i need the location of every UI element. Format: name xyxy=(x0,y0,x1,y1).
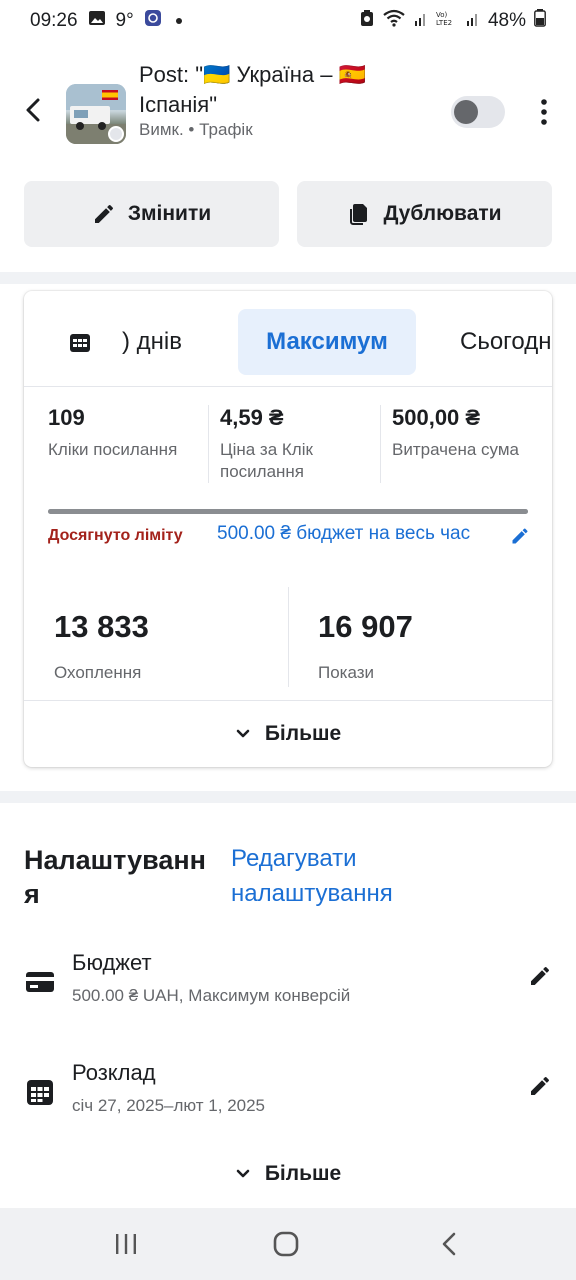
big-metric-value: 13 833 xyxy=(54,609,149,644)
section-divider xyxy=(0,791,576,803)
metric-amount-spent: 500,00 ₴ Витрачена сума xyxy=(392,405,552,461)
tab-days[interactable]: ) днів xyxy=(122,309,182,375)
pencil-icon[interactable] xyxy=(528,1074,552,1098)
gallery-icon xyxy=(88,9,106,33)
tab-maximum[interactable]: Максимум xyxy=(238,309,416,375)
pencil-icon[interactable] xyxy=(528,964,552,988)
chevron-down-icon xyxy=(236,1169,250,1178)
home-icon xyxy=(273,1231,299,1257)
big-metric-label: Покази xyxy=(318,663,375,682)
card-icon xyxy=(24,966,56,998)
date-range-tabs: ) днів Максимум Сьогодні xyxy=(24,291,552,387)
campaign-objective: Трафік xyxy=(199,120,253,139)
big-metric-label: Охоплення xyxy=(54,663,142,682)
back-button[interactable] xyxy=(20,96,48,124)
metric-divider xyxy=(380,405,381,483)
svg-text:Vo): Vo) xyxy=(436,11,448,19)
settings-more-button[interactable]: Більше xyxy=(0,1152,576,1196)
metric-label: Витрачена сума xyxy=(392,440,519,459)
recent-apps-button[interactable] xyxy=(112,1230,140,1258)
home-button[interactable] xyxy=(272,1230,300,1258)
back-chevron-icon xyxy=(442,1232,456,1256)
metric-value: 109 xyxy=(48,405,85,430)
back-arrow-icon xyxy=(26,98,40,122)
pencil-icon xyxy=(94,204,113,223)
volte-icon: Vo) LTE2 xyxy=(436,9,458,33)
budget-progress-fill xyxy=(48,509,528,514)
card-more-label: Більше xyxy=(264,722,342,745)
metric-link-clicks: 109 Кліки посилання xyxy=(48,405,218,461)
metric-divider xyxy=(208,405,209,483)
section-divider xyxy=(0,272,576,284)
campaign-thumbnail[interactable] xyxy=(66,84,126,144)
system-back-button[interactable] xyxy=(436,1230,464,1258)
row-description: 500.00 ₴ UAH, Максимум конверсій xyxy=(72,986,351,1005)
big-metric-divider xyxy=(288,587,289,687)
app-notification-icon xyxy=(144,9,162,33)
metric-reach: 13 833 Охоплення xyxy=(54,609,149,683)
status-temperature: 9° xyxy=(115,10,134,31)
edit-button-label: Змінити xyxy=(127,202,212,225)
copy-icon xyxy=(350,204,368,225)
calendar-icon xyxy=(24,1076,56,1108)
battery-icon xyxy=(534,9,546,33)
metric-cost-per-click: 4,59 ₴ Ціна за Клік посилання xyxy=(220,405,390,483)
duplicate-button[interactable]: Дублювати xyxy=(297,181,552,247)
status-time: 09:26 xyxy=(30,10,78,31)
status-bar: 09:26 9° Vo) LTE2 48% xyxy=(0,0,576,42)
big-metric-value: 16 907 xyxy=(318,609,413,644)
row-name: Розклад xyxy=(72,1060,156,1085)
calendar-icon[interactable] xyxy=(68,331,92,355)
chevron-down-icon xyxy=(236,729,250,738)
card-more-button[interactable]: Більше xyxy=(24,700,552,767)
metric-value: 500,00 ₴ xyxy=(392,405,481,430)
campaign-subtitle: Вимк. • Трафік xyxy=(139,120,253,140)
performance-card: ) днів Максимум Сьогодні 109 Кліки посил… xyxy=(24,291,552,767)
row-description: січ 27, 2025–лют 1, 2025 xyxy=(72,1096,266,1115)
more-options-button[interactable] xyxy=(532,96,556,128)
edit-settings-link[interactable]: Редагувати налаштування xyxy=(231,841,511,911)
toggle-knob xyxy=(454,100,478,124)
metric-value: 4,59 ₴ xyxy=(220,405,284,430)
more-notifications-icon xyxy=(175,18,182,24)
sync-icon xyxy=(360,9,374,33)
metric-impressions: 16 907 Покази xyxy=(318,609,413,683)
settings-row-budget[interactable]: Бюджет 500.00 ₴ UAH, Максимум конверсій xyxy=(0,950,576,1030)
recent-apps-icon xyxy=(116,1234,136,1254)
edit-budget-icon[interactable] xyxy=(510,526,530,546)
metric-label: Кліки посилання xyxy=(48,440,178,459)
svg-text:LTE2: LTE2 xyxy=(436,19,452,27)
lifetime-budget-link[interactable]: 500.00 ₴ бюджет на весь час xyxy=(217,523,470,545)
battery-percent: 48% xyxy=(487,10,526,31)
metrics-row: 109 Кліки посилання 4,59 ₴ Ціна за Клік … xyxy=(24,387,552,487)
wifi-icon xyxy=(382,9,406,33)
settings-title: Налаштування xyxy=(24,845,206,909)
row-name: Бюджет xyxy=(72,950,152,975)
budget-progress-bar xyxy=(48,509,528,514)
system-nav-bar xyxy=(0,1208,576,1280)
signal-icon xyxy=(414,9,428,33)
campaign-status: Вимк. xyxy=(139,120,184,139)
settings-row-schedule[interactable]: Розклад січ 27, 2025–лют 1, 2025 xyxy=(0,1060,576,1140)
limit-reached-text: Досягнуто ліміту xyxy=(48,527,183,544)
more-vertical-icon xyxy=(541,99,547,125)
tab-today[interactable]: Сьогодні xyxy=(460,309,552,375)
signal-2-icon xyxy=(466,9,480,33)
duplicate-button-label: Дублювати xyxy=(383,202,502,225)
campaign-header: Post: "🇺🇦 Україна – 🇪🇸 Іспанія" Вимк. • … xyxy=(0,56,576,166)
campaign-title: Post: "🇺🇦 Україна – 🇪🇸 Іспанія" xyxy=(139,62,366,117)
subtitle-separator: • xyxy=(188,120,195,139)
edit-button[interactable]: Змінити xyxy=(24,181,279,247)
status-dot xyxy=(108,126,124,142)
settings-more-label: Більше xyxy=(264,1162,342,1185)
metric-label: Ціна за Клік посилання xyxy=(220,440,313,481)
campaign-toggle[interactable] xyxy=(451,96,505,128)
